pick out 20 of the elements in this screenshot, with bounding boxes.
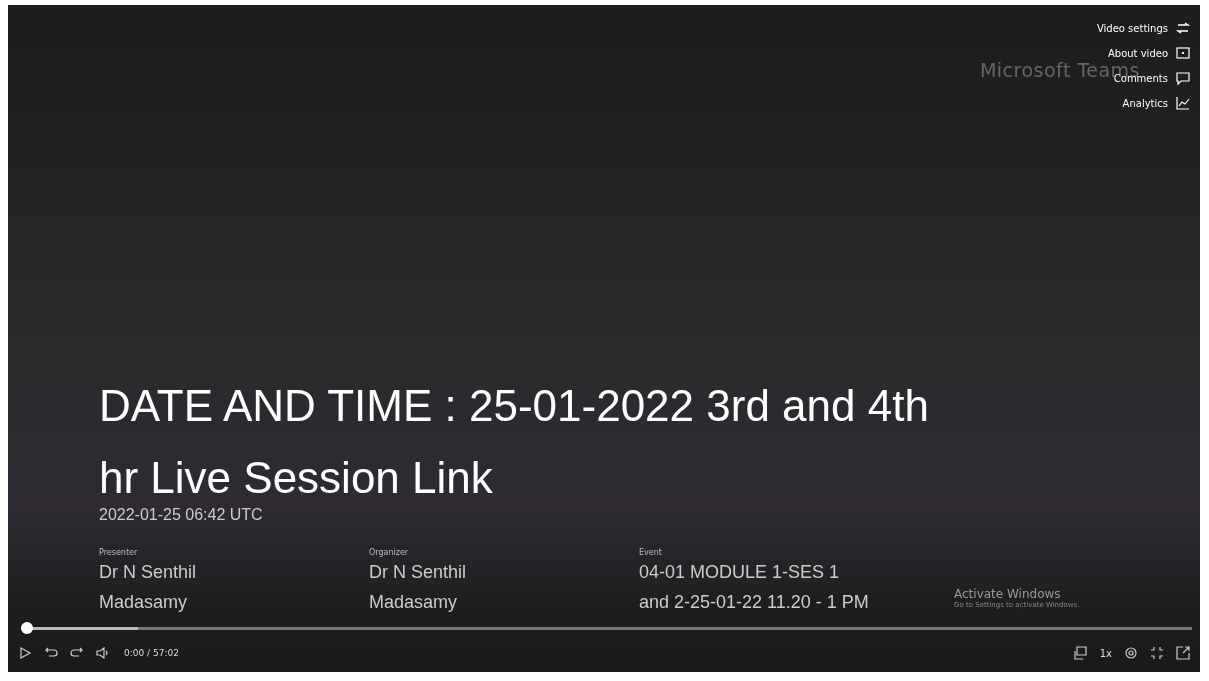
theater-button[interactable] xyxy=(1148,644,1166,662)
time-display: 0:00 / 57:02 xyxy=(124,648,179,658)
menu-item[interactable]: Analytics xyxy=(1120,94,1192,112)
menu-item[interactable]: Video settings xyxy=(1094,19,1192,37)
detail-label: Presenter xyxy=(99,548,139,557)
detail-value: 04-01 MODULE 1-SES 1 and 2-25-01-22 11.20 - 1 PM xyxy=(639,561,869,614)
settings-button[interactable] xyxy=(1122,644,1140,662)
menu-item[interactable]: About video xyxy=(1105,44,1192,62)
video-date: 2022-01-25 06:42 UTC xyxy=(99,506,264,524)
detail-value: Dr N Senthil Madasamy xyxy=(99,561,198,614)
speed-button[interactable]: 1x xyxy=(1097,645,1114,661)
detail-label: Event xyxy=(639,548,663,557)
detail-value: Dr N Senthil Madasamy xyxy=(369,561,468,614)
progress-thumb[interactable] xyxy=(21,622,33,634)
info-icon xyxy=(1176,46,1190,60)
fullscreen-button[interactable] xyxy=(1174,644,1192,662)
activation-title: Activate Windows xyxy=(954,587,1062,601)
comment-icon xyxy=(1176,71,1190,85)
detail-label: Organizer xyxy=(369,548,410,557)
chart-icon xyxy=(1176,96,1190,110)
